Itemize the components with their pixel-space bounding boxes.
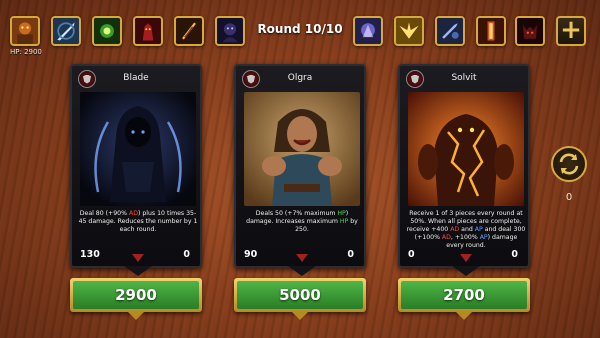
demon-warrior-icon[interactable]	[133, 16, 163, 46]
chevron-down-icon	[296, 254, 308, 262]
shop-card[interactable]: Olgra Deals 50 (+7% maximum HP) damage. …	[234, 64, 366, 276]
refresh-icon	[559, 153, 579, 175]
price-value: 2700	[401, 281, 527, 309]
hooded-assassin-art	[80, 92, 196, 206]
fire-pillar-icon[interactable]	[476, 16, 506, 46]
buy-price-button[interactable]: 2900	[70, 278, 202, 320]
price-value: 5000	[237, 281, 363, 309]
chevron-down-icon	[132, 254, 144, 262]
warrior-woman-art	[244, 92, 360, 206]
card-description: Deal 80 (+90% AD) plus 10 times 35-45 da…	[78, 210, 198, 233]
round-counter: Round 10/10	[257, 22, 343, 36]
card-stat-left: 130	[80, 249, 100, 260]
lava-golem-art	[408, 92, 524, 206]
golden-wings-icon[interactable]	[394, 16, 424, 46]
card-name: Olgra	[287, 73, 313, 83]
card-description: Deals 50 (+7% maximum HP) damage. Increa…	[246, 210, 358, 233]
card-name: Solvit	[451, 73, 477, 83]
add-item-button[interactable]: +	[556, 16, 586, 46]
hero-portrait-icon[interactable]	[10, 16, 40, 46]
player-hp-label: HP: 2900	[10, 48, 42, 56]
top-bar: Round 10/10 + HP: 2900	[0, 0, 600, 60]
refresh-button[interactable]	[551, 146, 587, 182]
arcane-mage-icon[interactable]	[353, 16, 383, 46]
flame-blade-icon[interactable]	[174, 16, 204, 46]
card-stat-right: 0	[183, 249, 190, 260]
refresh-count: 0	[565, 192, 573, 203]
sword-strike-icon[interactable]	[51, 16, 81, 46]
card-stat-left: 90	[244, 249, 258, 260]
chevron-down-icon	[460, 254, 472, 262]
card-description: Receive 1 of 3 pieces every round at 50%…	[406, 210, 526, 249]
card-stat-left: 0	[408, 249, 415, 260]
price-value: 2900	[73, 281, 199, 309]
arcane-blade-icon[interactable]	[435, 16, 465, 46]
nature-burst-icon[interactable]	[92, 16, 122, 46]
buy-price-button[interactable]: 2700	[398, 278, 530, 320]
card-name: Blade	[123, 73, 149, 83]
card-stat-right: 0	[347, 249, 354, 260]
shop-card[interactable]: Solvit Receive 1 of 3 pieces every round…	[398, 64, 530, 276]
buy-price-button[interactable]: 5000	[234, 278, 366, 320]
card-stat-right: 0	[511, 249, 518, 260]
dark-demon-icon[interactable]	[515, 16, 545, 46]
shop-card[interactable]: Blade Deal 80 (+90% AD) plus 10 times 35…	[70, 64, 202, 276]
